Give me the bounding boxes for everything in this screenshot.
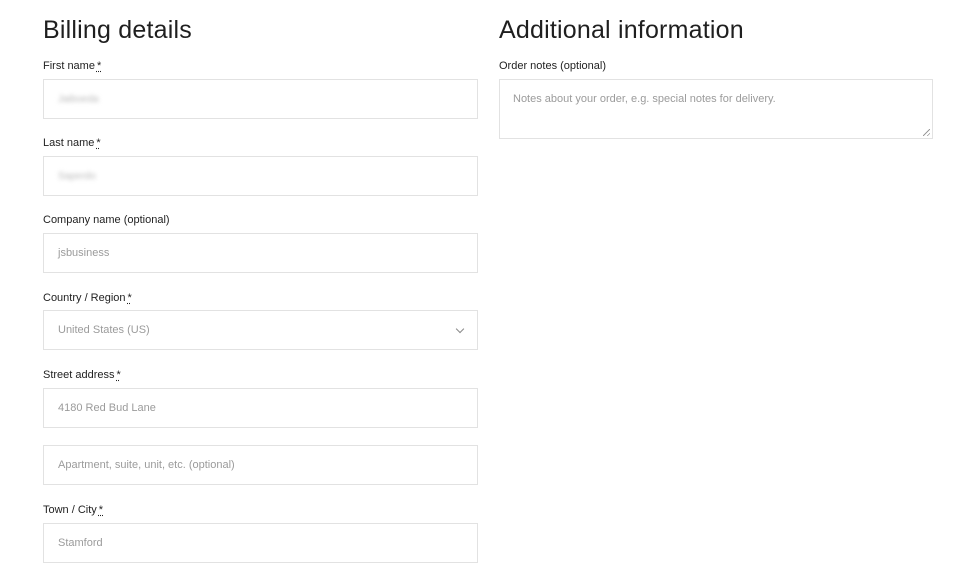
street-address-input[interactable]: 4180 Red Bud Lane bbox=[43, 388, 478, 428]
required-marker: * bbox=[96, 137, 101, 149]
order-notes-label: Order notes (optional) bbox=[499, 60, 606, 72]
chevron-down-icon bbox=[455, 324, 465, 334]
street-address-line2-input[interactable]: Apartment, suite, unit, etc. (optional) bbox=[43, 445, 478, 485]
last-name-field: Last name * Saperdo bbox=[43, 136, 478, 196]
last-name-input[interactable]: Saperdo bbox=[43, 156, 478, 196]
company-input[interactable]: jsbusiness bbox=[43, 233, 478, 273]
billing-title: Billing details bbox=[43, 16, 192, 44]
required-marker: * bbox=[127, 292, 132, 304]
street-field: Street address * 4180 Red Bud Lane Apartm… bbox=[43, 368, 478, 485]
resize-handle-icon[interactable] bbox=[923, 129, 930, 136]
first-name-input[interactable]: Jaiboeda bbox=[43, 79, 478, 119]
country-field: Country / Region * United States (US) bbox=[43, 291, 478, 350]
country-select[interactable]: United States (US) bbox=[43, 310, 478, 350]
company-field: Company name (optional) jsbusiness bbox=[43, 213, 478, 273]
street-label: Street address * bbox=[43, 369, 121, 381]
order-notes-textarea[interactable]: Notes about your order, e.g. special not… bbox=[499, 79, 933, 139]
city-field: Town / City * Stamford bbox=[43, 503, 478, 563]
required-marker: * bbox=[116, 369, 121, 381]
city-label: Town / City * bbox=[43, 504, 104, 516]
required-marker: * bbox=[98, 504, 104, 516]
additional-title: Additional information bbox=[499, 16, 744, 44]
last-name-label: Last name * bbox=[43, 137, 101, 149]
city-input[interactable]: Stamford bbox=[43, 523, 478, 563]
country-label: Country / Region * bbox=[43, 292, 132, 304]
first-name-field: First name * Jaiboeda bbox=[43, 59, 478, 119]
company-label: Company name (optional) bbox=[43, 214, 170, 226]
required-marker: * bbox=[96, 60, 102, 72]
first-name-label: First name * bbox=[43, 60, 102, 72]
order-notes-field: Order notes (optional) Notes about your … bbox=[499, 59, 933, 139]
